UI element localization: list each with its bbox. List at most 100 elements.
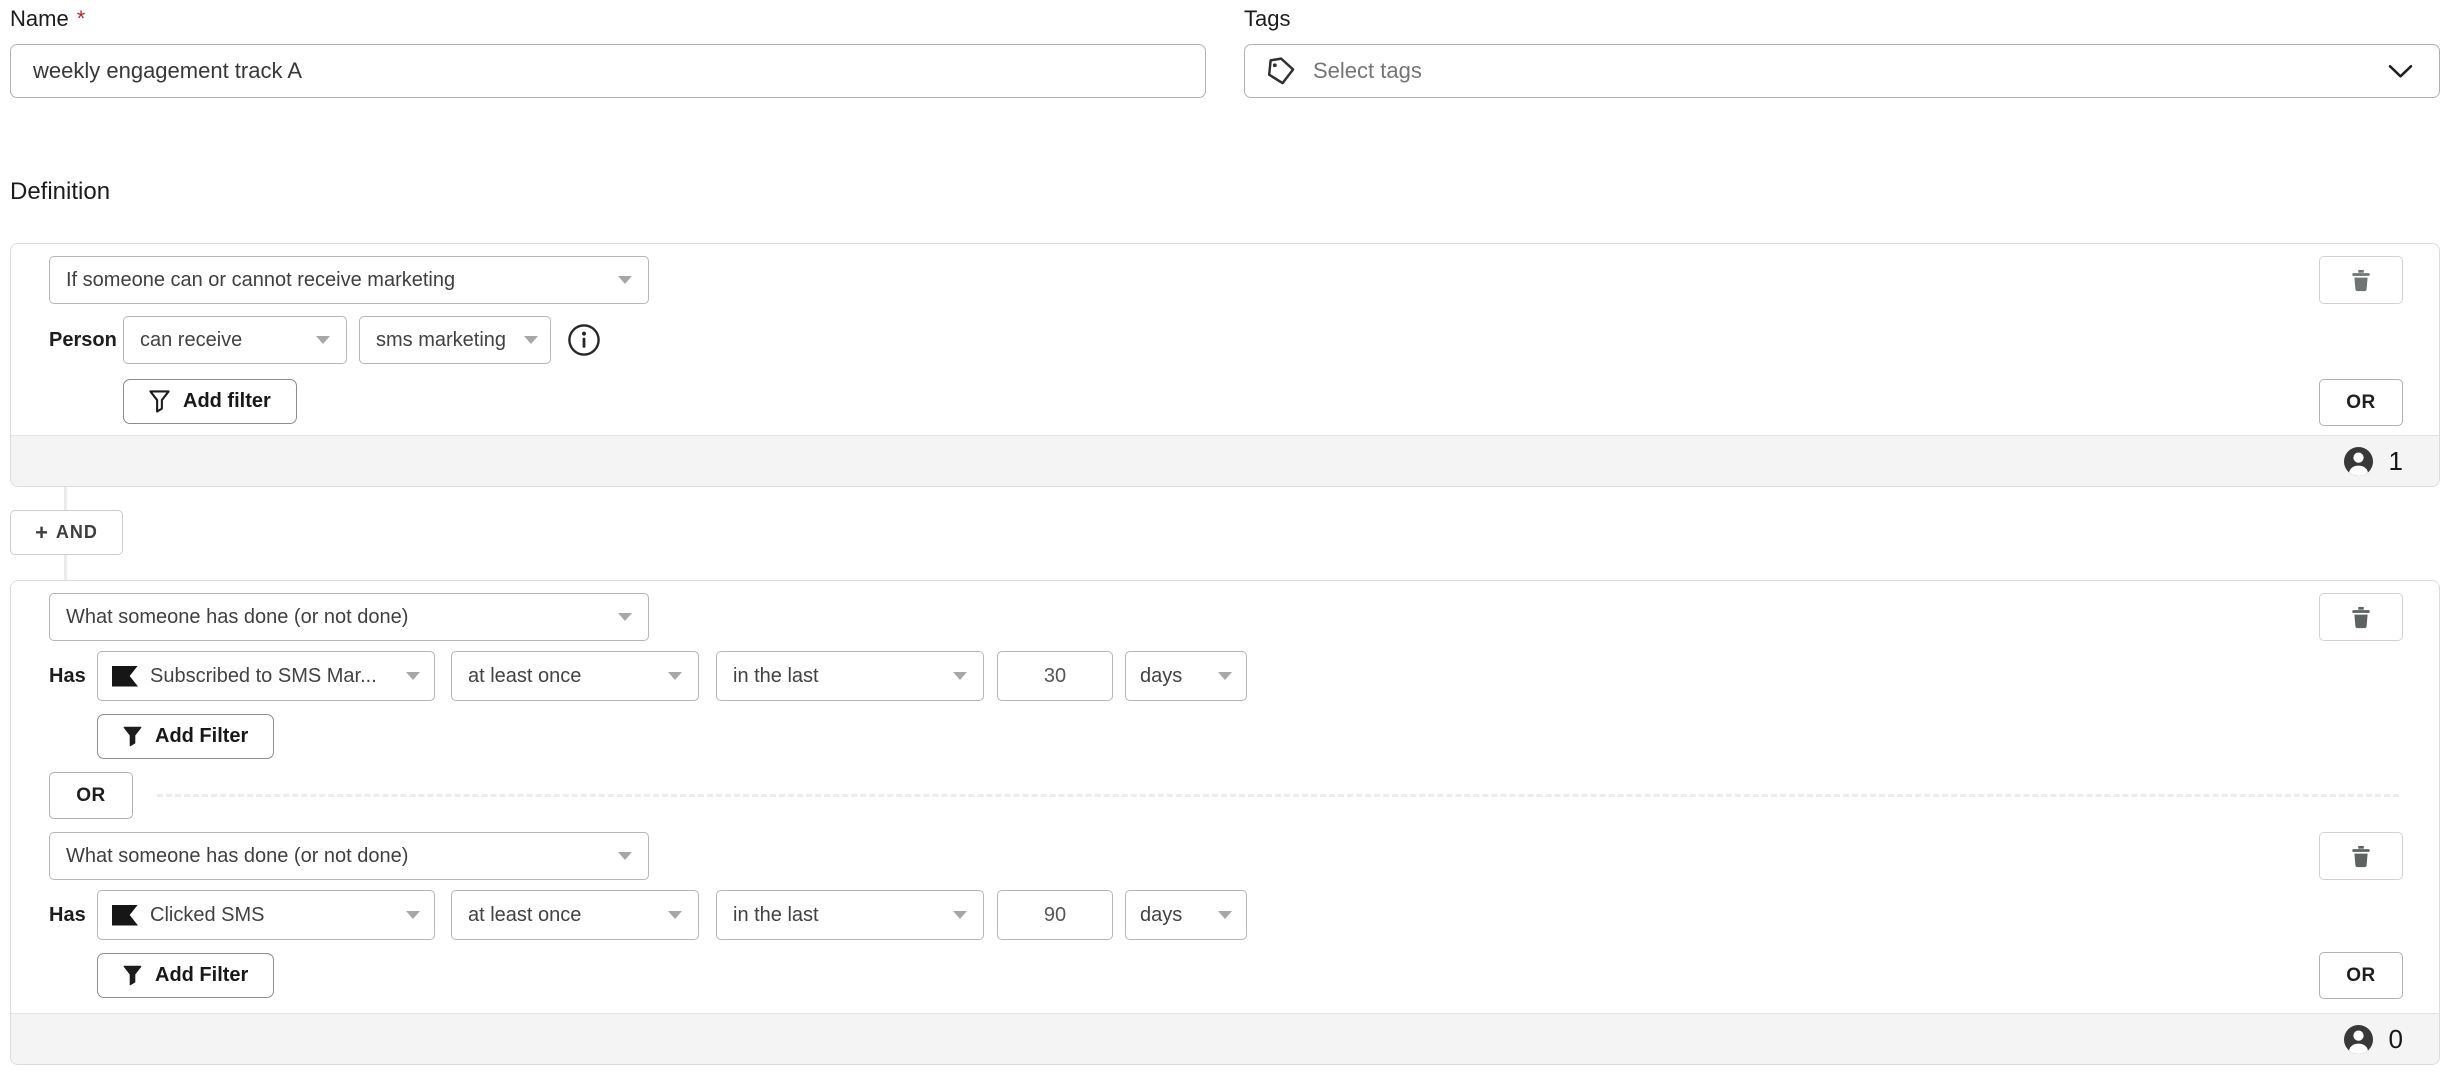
and-connector: + AND — [10, 487, 2448, 580]
info-tooltip-trigger[interactable] — [567, 323, 601, 357]
profile-count-bar: 0 — [11, 1013, 2439, 1064]
frequency-select[interactable]: at least once — [451, 651, 699, 701]
chevron-down-icon — [618, 276, 632, 284]
unit-select[interactable]: days — [1125, 651, 1247, 701]
unit-select[interactable]: days — [1125, 890, 1247, 940]
chevron-down-icon — [953, 672, 967, 680]
chevron-down-icon — [668, 911, 682, 919]
has-row-label: Has — [49, 664, 86, 687]
profile-count-icon — [2343, 446, 2373, 476]
delete-condition-button[interactable] — [2319, 593, 2403, 641]
plus-icon: + — [35, 519, 49, 545]
consent-card-content: If someone can or cannot receive marketi… — [11, 244, 2439, 426]
add-filter-label: Add Filter — [155, 964, 249, 986]
filter-funnel-icon — [123, 726, 142, 747]
chevron-down-icon — [406, 672, 420, 680]
activity-head-row: What someone has done (or not done) — [49, 832, 2403, 880]
unit-value: days — [1140, 903, 1183, 926]
chevron-down-icon — [618, 613, 632, 621]
consent-condition-card: If someone can or cannot receive marketi… — [10, 243, 2440, 487]
chevron-down-icon — [618, 852, 632, 860]
consent-channel-value: sms marketing — [376, 328, 507, 351]
trash-icon — [2352, 606, 2370, 628]
condition-type-value: What someone has done (or not done) — [66, 605, 409, 628]
and-button-label: AND — [55, 522, 98, 542]
delete-condition-button[interactable] — [2319, 832, 2403, 880]
condition-type-select[interactable]: What someone has done (or not done) — [49, 832, 649, 880]
chevron-down-icon — [668, 672, 682, 680]
timeframe-select[interactable]: in the last — [716, 651, 984, 701]
frequency-value: at least once — [468, 664, 582, 687]
activity-filter-row: Add Filter — [49, 714, 2403, 759]
consent-channel-select[interactable]: sms marketing — [359, 316, 551, 364]
or-button[interactable]: OR — [2319, 952, 2403, 999]
activity-head-row: What someone has done (or not done) — [49, 593, 2403, 641]
tag-icon — [1267, 57, 1295, 85]
timeframe-value: in the last — [733, 903, 819, 926]
profile-count-value: 0 — [2388, 1023, 2403, 1054]
amount-input[interactable] — [997, 890, 1113, 940]
chevron-down-icon — [1218, 911, 1232, 919]
or-divider-line — [157, 794, 2399, 797]
profile-count-icon — [2343, 1024, 2373, 1054]
has-row-label: Has — [49, 903, 86, 926]
metric-select[interactable]: Subscribed to SMS Mar... — [97, 651, 435, 701]
consent-actions-row: Add filter OR — [49, 379, 2403, 426]
chevron-down-icon — [406, 911, 420, 919]
activity-condition-card: What someone has done (or not done) Has … — [10, 580, 2440, 1065]
condition-type-select[interactable]: What someone has done (or not done) — [49, 593, 649, 641]
profile-count-value: 1 — [2388, 445, 2403, 476]
add-filter-button[interactable]: Add Filter — [97, 953, 275, 998]
consent-head-row: If someone can or cannot receive marketi… — [49, 256, 2403, 304]
chevron-down-icon — [1218, 672, 1232, 680]
person-row-label: Person — [49, 328, 117, 351]
delete-condition-button[interactable] — [2319, 256, 2403, 304]
name-field-group: Name * — [10, 6, 1206, 98]
filter-funnel-icon — [149, 390, 170, 413]
name-input[interactable] — [10, 44, 1206, 98]
metric-flag-icon — [112, 665, 138, 687]
amount-input[interactable] — [997, 651, 1113, 701]
chevron-down-icon — [316, 336, 330, 344]
consent-verb-value: can receive — [140, 328, 243, 351]
timeframe-value: in the last — [733, 664, 819, 687]
name-label: Name * — [10, 6, 1206, 32]
add-and-button[interactable]: + AND — [10, 510, 123, 555]
metric-value: Subscribed to SMS Mar... — [150, 664, 377, 687]
add-filter-label: Add Filter — [155, 725, 249, 747]
activity-filter-row: Add Filter OR — [49, 952, 2403, 999]
or-button[interactable]: OR — [2319, 379, 2403, 426]
profile-count-bar: 1 — [11, 435, 2439, 486]
consent-verb-select[interactable]: can receive — [123, 316, 347, 364]
segment-builder-page: Name * Tags Select tags Definition — [0, 0, 2448, 1072]
unit-value: days — [1140, 664, 1183, 687]
timeframe-select[interactable]: in the last — [716, 890, 984, 940]
info-icon — [568, 324, 600, 356]
add-filter-button[interactable]: Add filter — [123, 379, 297, 424]
form-header-row: Name * Tags Select tags — [0, 0, 2448, 98]
filter-funnel-icon — [123, 965, 142, 986]
metric-value: Clicked SMS — [150, 903, 265, 926]
add-filter-button[interactable]: Add Filter — [97, 714, 275, 759]
tags-placeholder: Select tags — [1313, 58, 1422, 83]
consent-condition-row: Person can receive sms marketing — [49, 316, 2403, 364]
tags-field-group: Tags Select tags — [1244, 6, 2440, 98]
trash-icon — [2352, 269, 2370, 291]
metric-select[interactable]: Clicked SMS — [97, 890, 435, 940]
add-filter-label: Add filter — [183, 390, 271, 412]
activity-card-content: What someone has done (or not done) Has … — [11, 581, 2439, 999]
condition-type-value: What someone has done (or not done) — [66, 844, 409, 867]
frequency-value: at least once — [468, 903, 582, 926]
definition-heading: Definition — [10, 178, 111, 205]
tags-select[interactable]: Select tags — [1244, 44, 2440, 98]
condition-type-value: If someone can or cannot receive marketi… — [66, 268, 456, 291]
required-asterisk: * — [76, 6, 86, 31]
chevron-down-icon — [524, 336, 538, 344]
condition-type-select[interactable]: If someone can or cannot receive marketi… — [49, 256, 649, 304]
chevron-down-icon — [953, 911, 967, 919]
frequency-select[interactable]: at least once — [451, 890, 699, 940]
metric-flag-icon — [112, 904, 138, 926]
chevron-down-icon — [2388, 64, 2413, 78]
or-divider-button[interactable]: OR — [49, 772, 133, 819]
name-label-text: Name — [10, 6, 69, 31]
